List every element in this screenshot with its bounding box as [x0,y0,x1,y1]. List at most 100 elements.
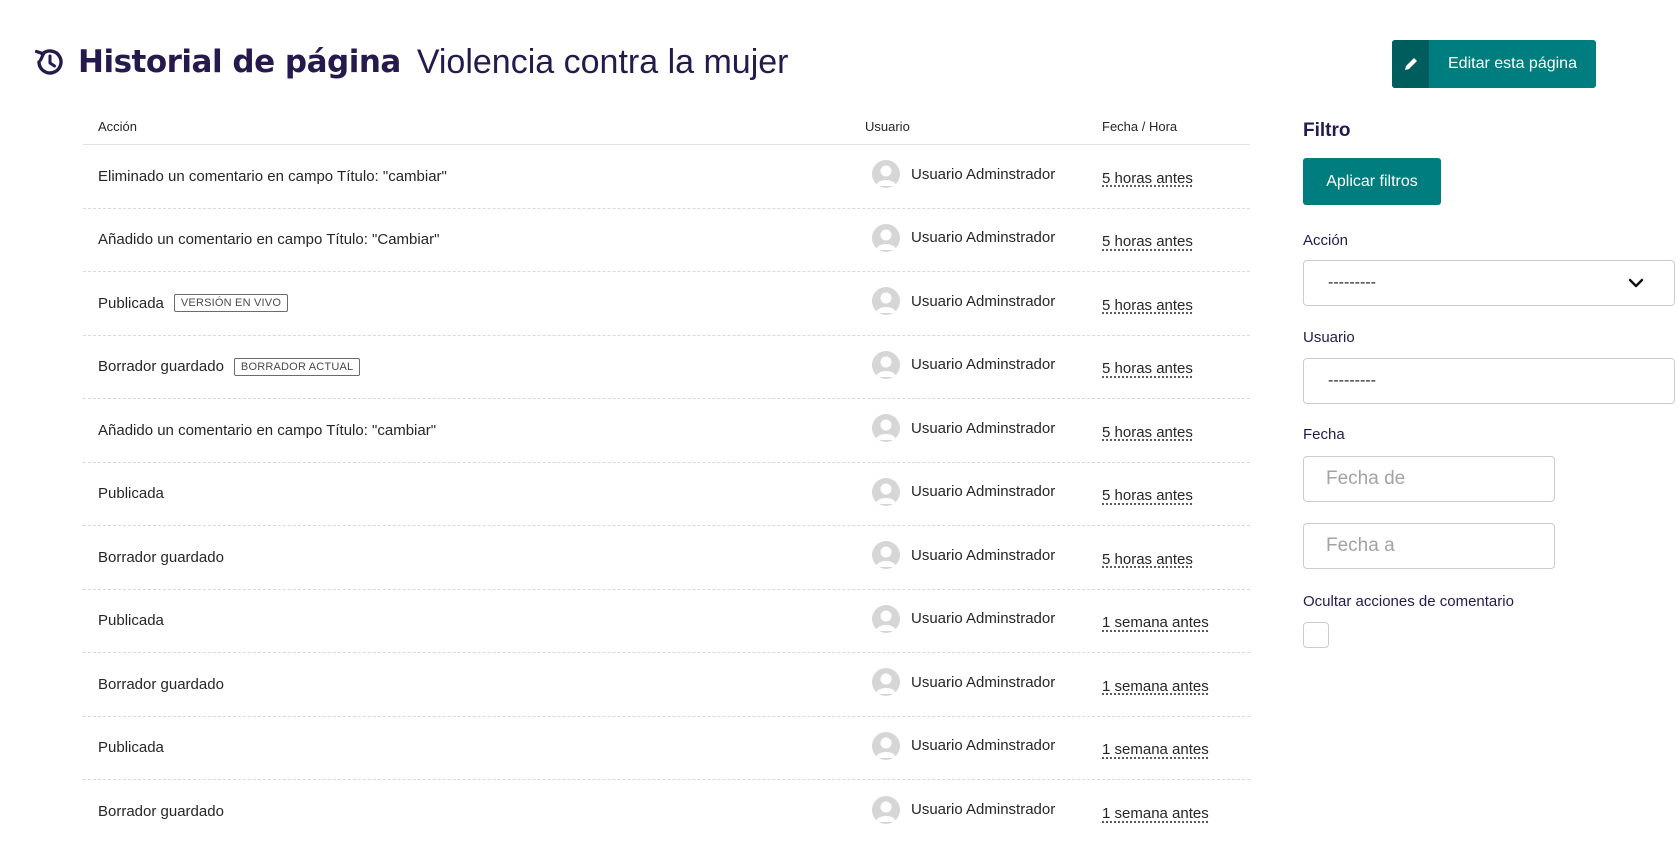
user-filter-label: Usuario [1303,329,1355,346]
date-cell: 5 horas antes [1102,295,1250,314]
table-header: Acción Usuario Fecha / Hora [83,108,1250,145]
date-link[interactable]: 5 horas antes [1102,233,1193,250]
page-header: Historial de página Violencia contra la … [32,36,789,88]
table-row: Publicada Usuario Adminstrador 1 semana an… [83,717,1250,780]
apply-filters-button[interactable]: Aplicar filtros [1303,158,1441,205]
column-header-user: Usuario [865,118,910,134]
user-name: Usuario Adminstrador [911,610,1056,628]
user-filter-select[interactable]: --------- [1303,358,1675,404]
action-cell: Borrador guardado Borrador actual [83,357,865,376]
action-cell: Publicada [83,739,865,756]
filter-title: Filtro [1303,120,1351,141]
table-row: Añadido un comentario en campo Título: "… [83,399,1250,463]
action-text: Borrador guardado [98,803,224,821]
user-name: Usuario Adminstrador [911,229,1056,247]
avatar [872,668,900,697]
action-cell: Publicada Versión en vivo [83,294,865,313]
date-link[interactable]: 1 semana antes [1102,741,1209,758]
user-name: Usuario Adminstrador [911,292,1056,310]
date-link[interactable]: 5 horas antes [1102,551,1193,568]
avatar [872,223,900,252]
status-badge: Versión en vivo [173,294,289,313]
date-link[interactable]: 5 horas antes [1102,297,1193,314]
user-cell: Usuario Adminstrador [865,668,1102,697]
table-row: Borrador guardado Borrador actual Usuario … [83,336,1250,399]
avatar [872,477,900,506]
avatar [872,604,900,633]
date-from-input[interactable] [1303,456,1555,502]
edit-page-label: Editar esta página [1448,55,1577,72]
avatar [872,414,900,443]
action-text: Añadido un comentario en campo Título: "… [98,421,437,439]
avatar [872,541,900,570]
column-header-action: Acción [98,118,138,134]
date-cell: 5 horas antes [1102,168,1250,187]
user-cell: Usuario Adminstrador [865,160,1102,189]
pencil-icon [1392,40,1429,88]
date-link[interactable]: 1 semana antes [1102,805,1209,822]
action-cell: Borrador guardado [83,803,865,820]
avatar [872,731,900,760]
page-subtitle: Violencia contra la mujer [416,42,789,81]
user-cell: Usuario Adminstrador [865,541,1102,570]
date-link[interactable]: 5 horas antes [1102,424,1193,441]
user-name: Usuario Adminstrador [911,356,1056,374]
user-name: Usuario Adminstrador [911,165,1056,183]
table-row: Borrador guardado Usuario Adminstrador 1 s… [83,653,1250,717]
user-cell: Usuario Adminstrador [865,604,1102,633]
hide-comments-checkbox[interactable] [1303,622,1329,648]
action-text: Publicada [98,294,164,312]
edit-page-button[interactable]: Editar esta página [1392,40,1596,88]
user-name: Usuario Adminstrador [911,801,1056,819]
action-cell: Publicada [83,485,865,502]
date-cell: 1 semana antes [1102,612,1250,631]
action-cell: Publicada [83,612,865,629]
date-cell: 5 horas antes [1102,231,1250,250]
action-filter-label: Acción [1303,232,1349,249]
action-cell: Borrador guardado [83,549,865,566]
date-cell: 1 semana antes [1102,803,1250,822]
user-cell: Usuario Adminstrador [865,795,1102,824]
action-text: Publicada [98,485,164,503]
date-to-input[interactable] [1303,523,1555,569]
date-link[interactable]: 5 horas antes [1102,360,1193,377]
user-name: Usuario Adminstrador [911,419,1056,437]
history-icon [32,45,66,79]
user-cell: Usuario Adminstrador [865,350,1102,379]
action-text: Eliminado un comentario en campo Título:… [98,167,447,185]
action-text: Borrador guardado [98,548,224,566]
action-filter-select[interactable]: --------- [1303,260,1675,306]
table-body: Eliminado un comentario en campo Título:… [83,145,1250,844]
date-filter-label: Fecha [1303,426,1345,443]
table-row: Borrador guardado Usuario Adminstrador 5 h… [83,526,1250,590]
date-cell: 5 horas antes [1102,485,1250,504]
date-link[interactable]: 1 semana antes [1102,614,1209,631]
avatar [872,287,900,316]
action-text: Publicada [98,739,164,757]
date-link[interactable]: 5 horas antes [1102,487,1193,504]
user-name: Usuario Adminstrador [911,483,1056,501]
date-link[interactable]: 1 semana antes [1102,678,1209,695]
chevron-down-icon [1628,278,1644,288]
date-cell: 5 horas antes [1102,549,1250,568]
user-name: Usuario Adminstrador [911,673,1056,691]
history-table: Acción Usuario Fecha / Hora Eliminado un… [83,108,1250,844]
user-cell: Usuario Adminstrador [865,477,1102,506]
status-badge: Borrador actual [233,357,361,376]
action-cell: Añadido un comentario en campo Título: "… [83,231,865,248]
date-cell: 5 horas antes [1102,358,1250,377]
page-title: Historial de página [78,44,401,80]
user-cell: Usuario Adminstrador [865,287,1102,316]
action-text: Borrador guardado [98,675,224,693]
filter-panel: Filtro Aplicar filtros Acción --------- … [1303,120,1677,648]
user-name: Usuario Adminstrador [911,546,1056,564]
table-row: Borrador guardado Usuario Adminstrador 1 s… [83,780,1250,844]
user-filter-value: --------- [1328,372,1376,389]
action-filter-value: --------- [1328,274,1376,291]
action-text: Borrador guardado [98,358,224,376]
date-link[interactable]: 5 horas antes [1102,170,1193,187]
user-cell: Usuario Adminstrador [865,223,1102,252]
date-cell: 1 semana antes [1102,676,1250,695]
date-cell: 1 semana antes [1102,739,1250,758]
user-cell: Usuario Adminstrador [865,414,1102,443]
